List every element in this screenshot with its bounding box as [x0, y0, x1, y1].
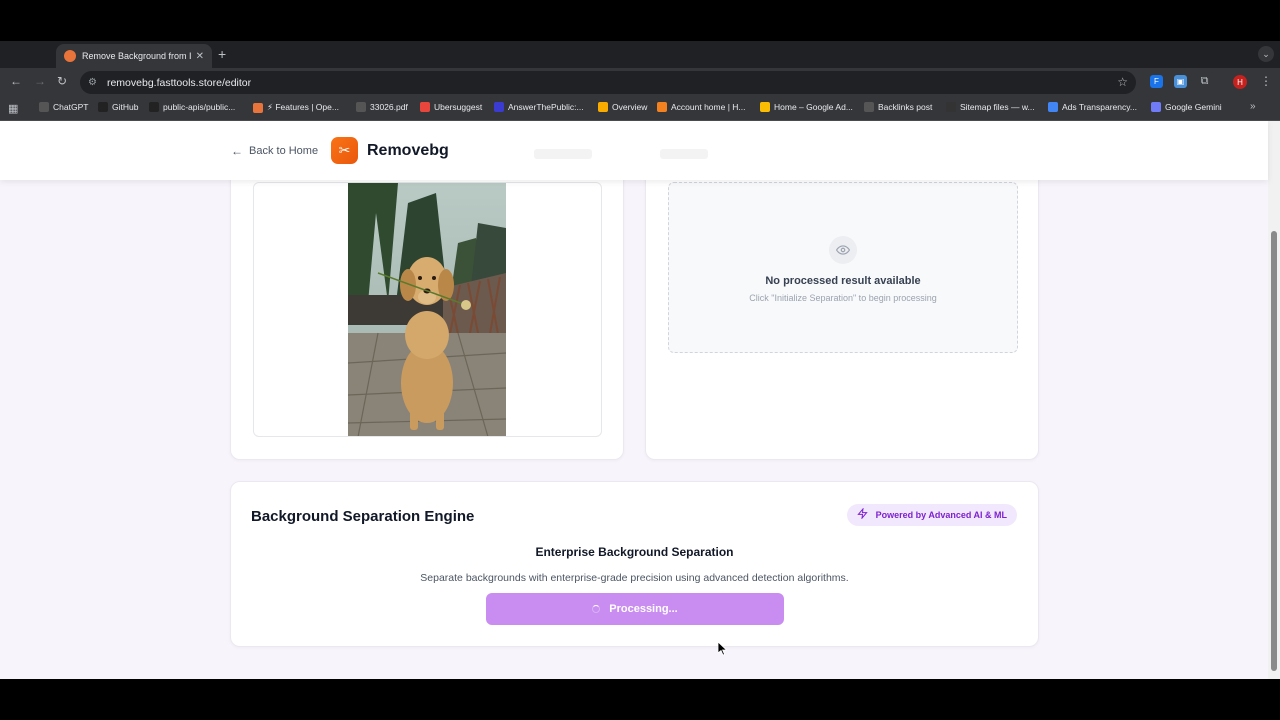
bookmark-star-icon[interactable]: ☆	[1117, 75, 1128, 89]
bookmark-item[interactable]: 33026.pdf	[356, 102, 408, 112]
back-to-home-link[interactable]: ← Back to Home	[231, 144, 318, 158]
bookmark-favicon-icon	[1048, 102, 1058, 112]
bookmark-favicon-icon	[598, 102, 608, 112]
bookmark-label: Ads Transparency...	[1062, 102, 1137, 112]
tab-strip: Remove Background from Im ✕ + ⌄	[0, 41, 1280, 68]
menu-kebab-icon[interactable]: ⋮	[1260, 74, 1272, 88]
bookmark-label: Sitemap files — w...	[960, 102, 1035, 112]
page-viewport: ← Back to Home ✂ Removebg No processed r…	[0, 121, 1280, 679]
new-tab-plus-icon[interactable]: +	[218, 46, 226, 62]
bookmark-item[interactable]: GitHub	[98, 102, 138, 112]
bookmark-label: Ubersuggest	[434, 102, 483, 112]
bookmark-label: ⚡ Features | Ope...	[267, 102, 339, 112]
page-scrollbar[interactable]	[1268, 121, 1280, 679]
bookmark-item[interactable]: Account home | H...	[657, 102, 746, 112]
url-text: removebg.fasttools.store/editor	[106, 76, 252, 89]
forward-arrow-icon[interactable]: →	[34, 74, 46, 88]
address-bar[interactable]: ⚙ removebg.fasttools.store/editor ☆	[80, 71, 1136, 94]
ai-badge-label: Powered by Advanced AI & ML	[875, 510, 1007, 520]
puzzle-icon[interactable]: ⧉	[1198, 75, 1211, 88]
spinner-icon	[592, 605, 601, 613]
bookmark-item[interactable]: Ubersuggest	[420, 102, 482, 112]
bookmark-label: Account home | H...	[671, 102, 746, 112]
bookmarks-bar: ▦ ChatGPT GitHub public-apis/public... ⚡ Fe…	[0, 96, 1280, 121]
bookmark-favicon-icon	[98, 102, 108, 112]
bookmark-label: Overview	[612, 102, 648, 112]
processing-button[interactable]: Processing...	[486, 593, 784, 625]
bookmark-favicon-icon	[253, 102, 263, 113]
engine-subtitle: Enterprise Background Separation	[535, 545, 734, 559]
brand-name[interactable]: Removebg	[367, 142, 449, 160]
bookmark-favicon-icon	[494, 102, 504, 112]
bookmark-item[interactable]: AnswerThePublic:...	[494, 102, 584, 112]
eye-icon	[829, 236, 857, 264]
bookmark-label: 33026.pdf	[370, 102, 408, 112]
bookmark-label: Google Gemini	[1165, 102, 1222, 112]
bookmark-favicon-icon	[1151, 102, 1161, 112]
apps-grid-icon[interactable]: ▦	[8, 102, 18, 115]
original-image-frame	[253, 182, 602, 437]
bookmark-item[interactable]: Home – Google Ad...	[760, 102, 853, 112]
close-icon[interactable]: ✕	[196, 51, 204, 62]
bookmark-item[interactable]: Overview	[598, 102, 647, 112]
browser-tab[interactable]: Remove Background from Im ✕	[56, 44, 212, 68]
bookmark-favicon-icon	[864, 102, 874, 112]
nav-placeholder	[660, 149, 708, 159]
original-image-card	[230, 151, 624, 460]
bookmark-label: public-apis/public...	[163, 102, 236, 112]
bookmark-favicon-icon	[39, 102, 49, 112]
bookmark-item[interactable]: Ads Transparency...	[1048, 102, 1137, 112]
engine-card: Background Separation Engine Powered by …	[230, 481, 1039, 647]
bookmark-item[interactable]: Sitemap files — w...	[946, 102, 1035, 112]
bookmark-favicon-icon	[149, 102, 159, 112]
back-arrow-icon[interactable]: ←	[10, 74, 22, 88]
bookmark-favicon-icon	[946, 102, 956, 112]
bottom-letterbox	[0, 679, 1280, 720]
ai-badge: Powered by Advanced AI & ML	[846, 504, 1017, 526]
bookmark-favicon-icon	[657, 102, 667, 112]
extension-icon[interactable]: F	[1150, 75, 1163, 88]
bookmark-item[interactable]: Google Gemini	[1151, 102, 1222, 112]
bookmark-favicon-icon	[420, 102, 430, 112]
scissors-icon[interactable]: ✂	[331, 137, 358, 164]
bookmark-label: AnswerThePublic:...	[508, 102, 584, 112]
bookmark-favicon-icon	[356, 102, 366, 112]
mouse-cursor-icon	[718, 642, 728, 656]
arrow-left-icon: ←	[231, 144, 243, 158]
bookmark-favicon-icon	[760, 102, 770, 112]
bookmark-label: Backlinks post	[878, 102, 933, 112]
lightning-icon	[856, 507, 868, 522]
reload-icon[interactable]: ↻	[57, 74, 67, 88]
scrollbar-thumb[interactable]	[1271, 231, 1277, 671]
bookmark-label: ChatGPT	[53, 102, 89, 112]
nav-placeholder	[534, 149, 592, 159]
tab-favicon-icon	[64, 50, 76, 62]
engine-description: Separate backgrounds with enterprise-gra…	[420, 572, 849, 584]
dog-photo	[348, 183, 506, 436]
result-card: No processed result available Click "Ini…	[645, 151, 1039, 460]
screen: Remove Background from Im ✕ + ⌄ ← → ↻ ⚙ …	[0, 0, 1280, 720]
result-placeholder: No processed result available Click "Ini…	[668, 182, 1018, 353]
processing-button-label: Processing...	[609, 603, 678, 615]
bookmark-item[interactable]: ⚡ Features | Ope...	[253, 102, 339, 113]
more-bookmarks-icon[interactable]: »	[1250, 101, 1256, 112]
extension-icon[interactable]: ▣	[1174, 75, 1187, 88]
back-to-home-label: Back to Home	[249, 145, 319, 157]
tab-title: Remove Background from Im	[82, 51, 192, 61]
site-header: ← Back to Home ✂ Removebg	[0, 121, 1268, 180]
browser-toolbar: ← → ↻ ⚙ removebg.fasttools.store/editor …	[0, 68, 1280, 96]
bookmark-item[interactable]: ChatGPT	[39, 102, 88, 112]
tab-search-chevron-icon[interactable]: ⌄	[1258, 46, 1274, 62]
engine-title: Background Separation Engine	[251, 508, 475, 525]
empty-result-subtitle: Click "Initialize Separation" to begin p…	[749, 293, 937, 303]
avatar[interactable]: H	[1233, 75, 1247, 89]
bookmark-label: Home – Google Ad...	[774, 102, 853, 112]
site-info-icon[interactable]: ⚙	[88, 77, 97, 88]
bookmark-item[interactable]: public-apis/public...	[149, 102, 235, 112]
bookmark-label: GitHub	[112, 102, 139, 112]
bookmark-item[interactable]: Backlinks post	[864, 102, 932, 112]
empty-result-title: No processed result available	[765, 275, 921, 287]
